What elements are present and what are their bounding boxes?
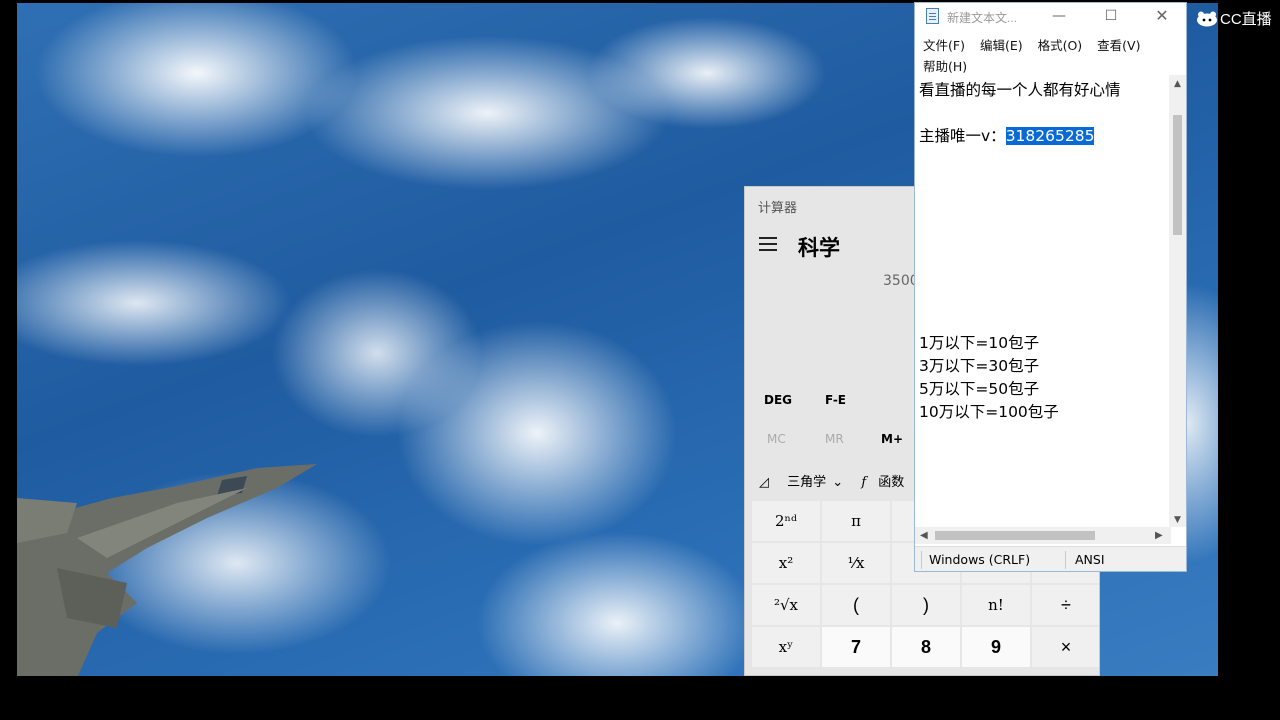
text-line: 10万以下=100包子	[919, 403, 1059, 421]
trig-icon: ◿	[759, 475, 769, 490]
menu-format[interactable]: 格式(O)	[1038, 38, 1083, 53]
line-ending-status: Windows (CRLF)	[929, 552, 1031, 567]
fe-button[interactable]: F-E	[825, 393, 846, 407]
close-icon[interactable]: ✕	[1148, 5, 1176, 27]
notepad-text-area[interactable]: 看直播的每一个人都有好心情 主播唯一v：318265285 1万以下=10包子 …	[919, 79, 1167, 424]
maximize-icon[interactable]: ☐	[1097, 5, 1125, 27]
scroll-right-icon[interactable]: ▶	[1155, 527, 1163, 544]
chevron-down-icon: ⌄	[832, 475, 844, 490]
notepad-title: 新建文本文...	[947, 11, 1018, 25]
calculator-mode-title: 科学	[798, 236, 840, 260]
sqrt-key[interactable]: ²√x	[752, 585, 820, 625]
horizontal-scrollbar[interactable]: ◀ ▶	[915, 527, 1171, 544]
digit-9-key[interactable]: 9	[962, 627, 1030, 667]
selected-text: 318265285	[1005, 127, 1095, 145]
multiply-key[interactable]: ×	[1032, 627, 1099, 667]
notepad-icon	[926, 8, 939, 24]
vertical-scrollbar[interactable]: ▲ ▼	[1169, 75, 1186, 527]
notepad-window[interactable]: 新建文本文... — ☐ ✕ 文件(F) 编辑(E) 格式(O) 查看(V) 帮…	[914, 2, 1187, 572]
digit-8-key[interactable]: 8	[892, 627, 960, 667]
notepad-titlebar[interactable]: 新建文本文... — ☐ ✕	[915, 3, 1186, 31]
factorial-key[interactable]: n!	[962, 585, 1030, 625]
power-key[interactable]: xʸ	[752, 627, 820, 667]
scroll-left-icon[interactable]: ◀	[920, 527, 928, 544]
scroll-down-icon[interactable]: ▼	[1169, 515, 1186, 525]
scroll-thumb[interactable]	[935, 531, 1095, 540]
divider	[1065, 551, 1066, 569]
watermark: CC直播	[1196, 8, 1272, 29]
divide-key[interactable]: ÷	[1032, 585, 1099, 625]
menu-file[interactable]: 文件(F)	[923, 38, 965, 53]
divider	[921, 551, 922, 569]
cc-logo-icon	[1197, 11, 1217, 26]
trig-dropdown[interactable]: 三角学	[787, 475, 826, 490]
status-bar: Windows (CRLF) ANSI	[915, 546, 1186, 571]
encoding-status: ANSI	[1075, 552, 1105, 567]
notepad-menubar: 文件(F) 编辑(E) 格式(O) 查看(V) 帮助(H)	[923, 35, 1173, 77]
fighter-jet-image	[17, 464, 317, 676]
text-line: 1万以下=10包子	[919, 334, 1040, 352]
function-dropdown[interactable]: 函数	[878, 475, 904, 490]
text-line: 5万以下=50包子	[919, 380, 1040, 398]
digit-7-key[interactable]: 7	[822, 627, 890, 667]
square-key[interactable]: x²	[752, 543, 820, 583]
close-paren-key[interactable]: )	[892, 585, 960, 625]
menu-icon[interactable]	[759, 237, 777, 251]
calculator-title: 计算器	[758, 201, 798, 216]
text-line: 看直播的每一个人都有好心情	[919, 81, 1121, 99]
scroll-up-icon[interactable]: ▲	[1169, 79, 1186, 89]
second-key[interactable]: 2ⁿᵈ	[752, 501, 820, 541]
function-row: ◿ 三角学 ⌄ f 函数	[759, 471, 918, 490]
menu-view[interactable]: 查看(V)	[1097, 38, 1140, 53]
minimize-icon[interactable]: —	[1045, 5, 1073, 27]
scroll-thumb[interactable]	[1173, 115, 1182, 235]
pi-key[interactable]: π	[822, 501, 890, 541]
menu-edit[interactable]: 编辑(E)	[980, 38, 1023, 53]
function-icon: f	[861, 475, 867, 490]
open-paren-key[interactable]: (	[822, 585, 890, 625]
mr-button[interactable]: MR	[825, 432, 844, 446]
deg-button[interactable]: DEG	[764, 393, 792, 407]
reciprocal-key[interactable]: ¹⁄x	[822, 543, 890, 583]
menu-help[interactable]: 帮助(H)	[923, 59, 967, 74]
text-line: 主播唯一v：	[919, 127, 1006, 145]
watermark-text: CC直播	[1220, 11, 1272, 28]
text-line: 3万以下=30包子	[919, 357, 1040, 375]
mc-button[interactable]: MC	[767, 432, 786, 446]
m-plus-button[interactable]: M+	[881, 432, 903, 446]
